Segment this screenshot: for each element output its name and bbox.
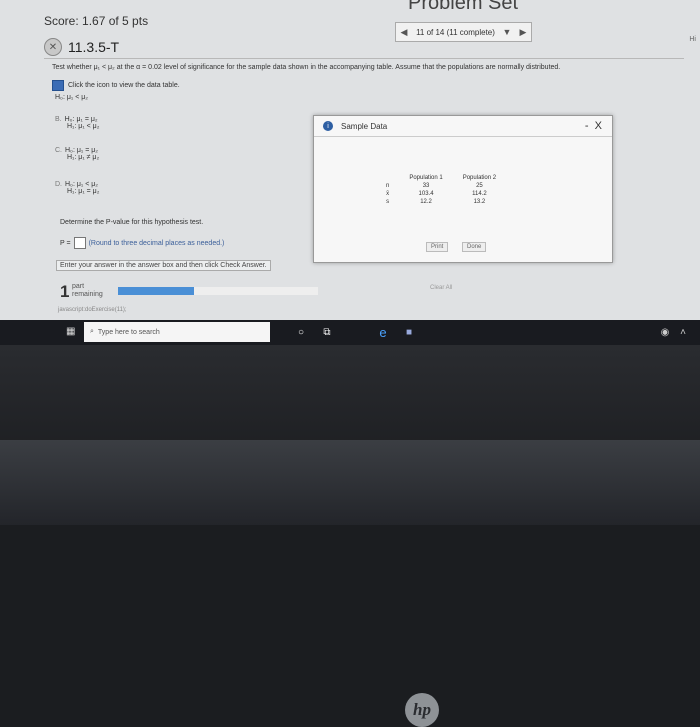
dialog-title: Sample Data [341,121,388,131]
population-1-value: 33 [422,183,430,189]
hypothesis-line: H₀: μ₁ < μ₂ [55,94,88,101]
edge-icon[interactable]: e [376,325,390,340]
tray-chevron-icon[interactable]: ˄ [676,325,690,339]
done-button[interactable]: Done [462,242,487,252]
data-table-link-text: Click the icon to view the data table. [68,82,180,89]
prev-arrow-icon[interactable]: ◀ [396,27,412,38]
print-button[interactable]: Print [426,242,449,252]
dialog-header: i Sample Data - X [314,116,612,137]
hypothesis-option-d[interactable]: D. H₀: μ₁ < μ₂ H₁: μ₁ = μ₂ [55,181,99,195]
info-icon: i [323,121,333,131]
progress-fill [118,287,194,295]
table-icon[interactable] [52,80,64,91]
sample-data-table: Population 1 Population 2 n 33 25 x̄ 103… [376,174,506,206]
sample-data-dialog: i Sample Data - X Population 1 Populatio… [313,115,613,263]
hypothesis-option-c[interactable]: C. H₀: μ₁ = μ₂ H₁: μ₁ ≠ μ₂ [55,147,99,161]
table-header-row: Population 1 Population 2 [376,174,506,182]
pvalue-input[interactable] [73,237,86,249]
windows-icon[interactable]: ▦ [66,326,78,338]
hypothesis-h0: H₀: μ₁ < μ₂ [65,181,98,188]
taskbar-search-input[interactable]: ⌕ Type here to search [84,322,270,342]
hypothesis-option-b[interactable]: B. H₀: μ₁ = μ₂ H₁: μ₁ < μ₂ [55,116,99,130]
cortana-icon[interactable]: ○ [294,325,308,339]
search-placeholder: Type here to search [97,328,160,336]
partial-credit-icon: ✕ [44,38,62,56]
search-icon: ⌕ [90,328,94,335]
row-label: x̄ [386,191,390,197]
pvalue-question: Determine the P-value for this hypothesi… [60,219,204,226]
table-header-cell [376,174,399,182]
table-row: s 12.2 13.2 [376,198,506,206]
option-label: B. [55,116,62,123]
question-prompt: Test whether μ₁ < μ₂ at the α = 0.02 lev… [52,64,561,71]
status-link: javascript:doExercise(11); [58,307,127,313]
screen: Problem Set Score: 1.67 of 5 pts ◀ 11 of… [0,0,700,345]
question-id: ✕ 11.3.5-T [44,38,119,56]
pvalue-row: P = (Round to three decimal places as ne… [60,237,224,249]
hp-logo: hp [405,693,439,727]
hypothesis-h0: H₀: μ₁ < μ₂ [55,94,88,101]
question-position[interactable]: 11 of 14 (11 complete) [412,28,499,37]
row-label: s [386,199,390,205]
parts-remaining-count: 1 [60,282,70,301]
table-row: n 33 25 [376,182,506,190]
pvalue-hint: (Round to three decimal places as needed… [88,239,225,247]
population-1-value: 12.2 [420,199,432,205]
question-id-label: 11.3.5-T [68,39,120,55]
keyboard-area [0,440,700,525]
population-2-value: 13.2 [473,199,486,205]
population-2-value: 114.2 [472,191,487,197]
dropdown-icon[interactable]: ▼ [499,27,515,37]
hypothesis-h0: H₀: μ₁ = μ₂ [64,116,98,123]
help-label[interactable]: Hi [689,36,696,43]
data-table-link[interactable]: Click the icon to view the data table. [52,80,180,91]
task-view-icon[interactable]: ⧉ [320,325,334,339]
table-header-cell: Population 2 [462,175,497,181]
population-1-value: 103.4 [418,191,434,197]
dialog-controls: - X [585,120,602,132]
pvalue-label: P = [60,239,71,247]
hypothesis-h0: H₀: μ₁ = μ₂ [65,147,98,154]
divider [44,58,684,59]
score-label: Score: 1.67 of 5 pts [44,14,149,28]
close-button[interactable]: X [595,120,602,132]
page-title: Problem Set [408,0,519,14]
tray-people-icon[interactable]: ◉ [658,325,672,339]
next-arrow-icon[interactable]: ▶ [515,27,531,38]
parts-text-2: remaining [72,291,103,298]
hypothesis-h1: H₁: μ₁ = μ₂ [67,188,100,195]
minimize-button[interactable]: - [585,120,589,132]
row-label: n [386,183,390,189]
table-header-cell: Population 1 [409,175,443,181]
store-icon[interactable]: ■ [402,325,416,339]
option-label: D. [55,181,62,188]
population-2-value: 25 [476,183,483,189]
instruction-text: Enter your answer in the answer box and … [56,260,271,271]
hypothesis-h1: H₁: μ₁ ≠ μ₂ [67,154,100,161]
clear-all-button[interactable]: Clear All [430,285,452,291]
progress-bar [118,287,318,295]
table-row: x̄ 103.4 114.2 [376,190,506,198]
hypothesis-h1: H₁: μ₁ < μ₂ [67,123,100,130]
question-navigator: ◀ 11 of 14 (11 complete) ▼ ▶ [395,22,532,42]
option-label: C. [55,147,62,154]
parts-remaining-label: part remaining [72,283,103,299]
parts-text-1: part [72,283,85,290]
